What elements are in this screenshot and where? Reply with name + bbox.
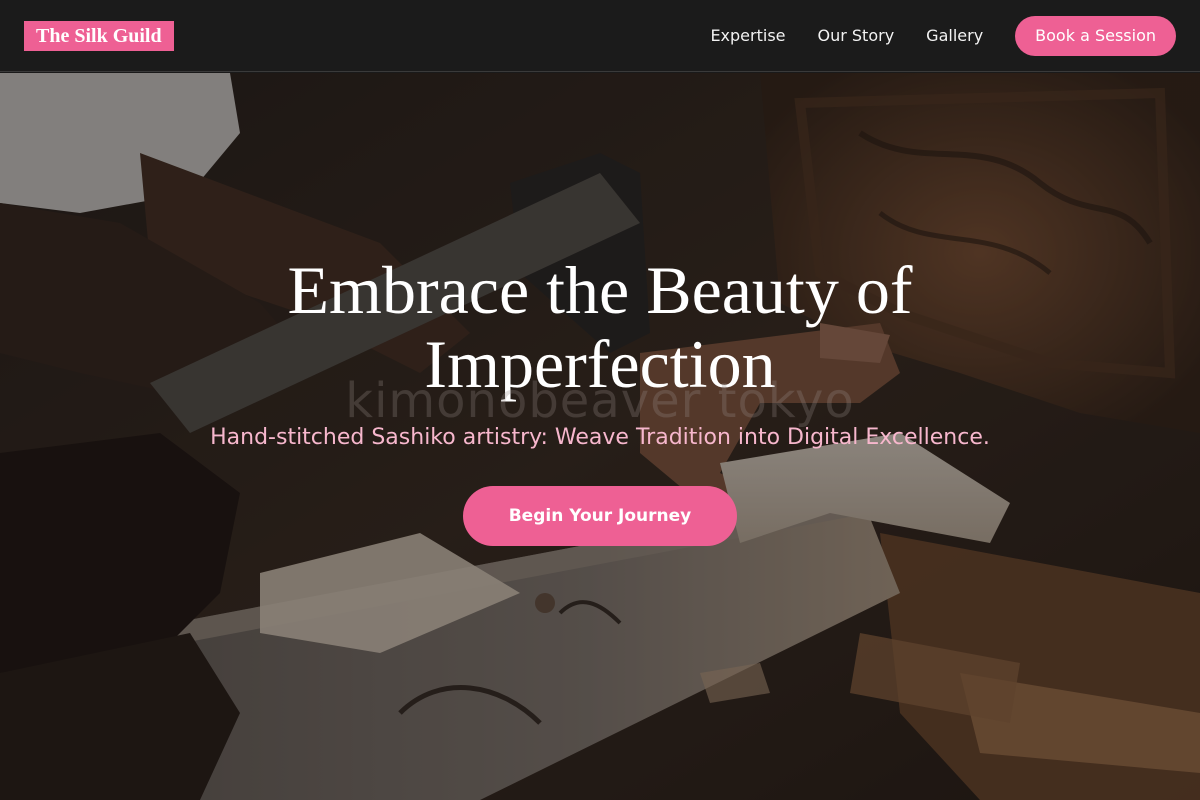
begin-journey-button[interactable]: Begin Your Journey xyxy=(463,486,737,546)
hero-subtitle: Hand-stitched Sashiko artistry: Weave Tr… xyxy=(210,425,990,450)
nav-link-expertise[interactable]: Expertise xyxy=(710,26,785,45)
hero-content: Embrace the Beauty of Imperfection kimon… xyxy=(0,73,1200,800)
top-navbar: The Silk Guild Expertise Our Story Galle… xyxy=(0,0,1200,72)
main-nav: Expertise Our Story Gallery Book a Sessi… xyxy=(710,15,1176,56)
nav-link-our-story[interactable]: Our Story xyxy=(818,26,895,45)
hero-watermark: kimonobeaver tokyo xyxy=(345,373,855,429)
hero-section: Embrace the Beauty of Imperfection kimon… xyxy=(0,73,1200,800)
nav-link-gallery[interactable]: Gallery xyxy=(926,26,983,45)
site-logo[interactable]: The Silk Guild xyxy=(24,20,174,51)
book-session-button[interactable]: Book a Session xyxy=(1015,15,1176,56)
